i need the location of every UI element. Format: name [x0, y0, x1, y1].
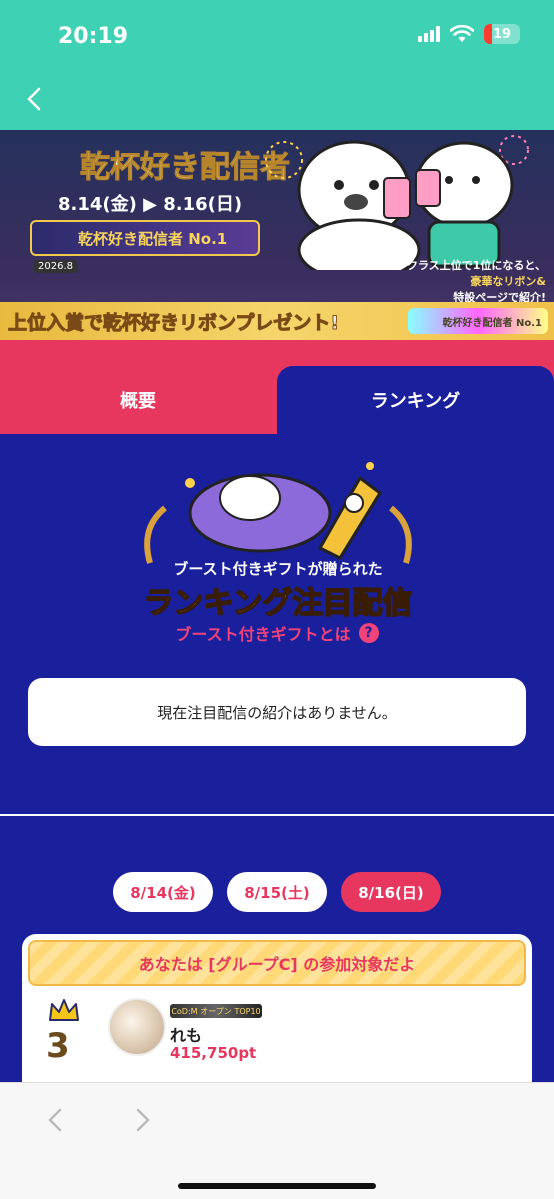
no-featured-notice: 現在注目配信の紹介はありません。 [28, 678, 526, 746]
ranking-list: あなたは [グループC] の参加対象だよ 3 CoD:M オープン TOP10 … [22, 934, 532, 1082]
avatar[interactable] [108, 998, 166, 1056]
tab-overview[interactable]: 概要 [0, 366, 276, 434]
promo-line-2: 豪華なリボン& [470, 275, 546, 288]
crown-icon [49, 999, 79, 1021]
event-banner[interactable]: 乾杯好き配信者 8.14(金) ▶ 8.16(日) 乾杯好き配信者 No.1 2… [0, 130, 554, 340]
ribbon-text: 上位入賞で乾杯好きリボンプレゼント! [7, 311, 340, 334]
browser-toolbar [0, 1082, 554, 1199]
browser-back-icon[interactable] [42, 1105, 70, 1135]
promo-line-1: ミラクラス上位で1位になると、 [385, 259, 546, 272]
streamer-name[interactable]: れも [170, 1022, 202, 1046]
ranking-panel: ブースト付きギフトが贈られた ランキング注目配信 ブースト付きギフトとは ? 現… [0, 434, 554, 1082]
game-rank-tag: CoD:M オープン TOP10 [170, 1004, 262, 1018]
date-tab-0814[interactable]: 8/14(金) [113, 872, 213, 912]
boost-gift-help-link[interactable]: ブースト付きギフトとは ? [0, 621, 554, 645]
banner-dates: 8.14(金) ▶ 8.16(日) [58, 194, 243, 215]
logo-title: ランキング注目配信 [143, 585, 414, 622]
section-divider [0, 814, 554, 816]
wifi-icon [450, 25, 474, 42]
featured-ranking-logo: ブースト付きギフトが贈られた ランキング注目配信 [110, 458, 446, 638]
browser-forward-icon[interactable] [128, 1105, 156, 1135]
status-icons: 19 [418, 24, 520, 44]
tab-ranking[interactable]: ランキング [277, 366, 554, 434]
group-banner: あなたは [グループC] の参加対象だよ [28, 940, 526, 986]
banner-badge-year: 2026.8 [34, 260, 77, 273]
tag-class: オープン [200, 1006, 232, 1016]
date-tab-0816[interactable]: 8/16(日) [341, 872, 441, 912]
rank-number: 3 [46, 1026, 70, 1066]
cellular-signal-icon [418, 26, 440, 42]
boost-gift-help-text: ブースト付きギフトとは [175, 625, 351, 644]
status-time: 20:19 [58, 24, 129, 49]
ribbon-tag: 乾杯好き配信者 No.1 [408, 308, 548, 334]
battery-level: 19 [492, 26, 512, 42]
banner-title: 乾杯好き配信者 [80, 150, 291, 186]
tag-top: TOP10 [234, 1006, 261, 1016]
rocket-illustration [144, 462, 412, 564]
banner-badge: 乾杯好き配信者 No.1 [30, 220, 260, 256]
banner-promo: ミラクラス上位で1位になると、 豪華なリボン& 特設ページで紹介! [385, 258, 546, 306]
mascot-illustration [265, 135, 529, 270]
date-tabs: 8/14(金) 8/15(土) 8/16(日) [0, 872, 554, 912]
battery-icon: 19 [484, 24, 520, 44]
logo-subtitle: ブースト付きギフトが贈られた [173, 560, 383, 578]
tag-game: CoD:M [171, 1006, 198, 1016]
tab-bar: 概要 ランキング [0, 340, 554, 434]
back-chevron-icon[interactable] [20, 84, 50, 114]
banner-badge-text: 乾杯好き配信者 No.1 [78, 229, 228, 248]
streamer-points: 415,750pt [170, 1044, 257, 1062]
date-tab-0815[interactable]: 8/15(土) [227, 872, 327, 912]
home-indicator [178, 1183, 376, 1189]
header: 20:19 19 [0, 0, 554, 130]
help-icon: ? [358, 623, 379, 643]
ribbon-bar: 上位入賞で乾杯好きリボンプレゼント! 乾杯好き配信者 No.1 [0, 302, 554, 340]
